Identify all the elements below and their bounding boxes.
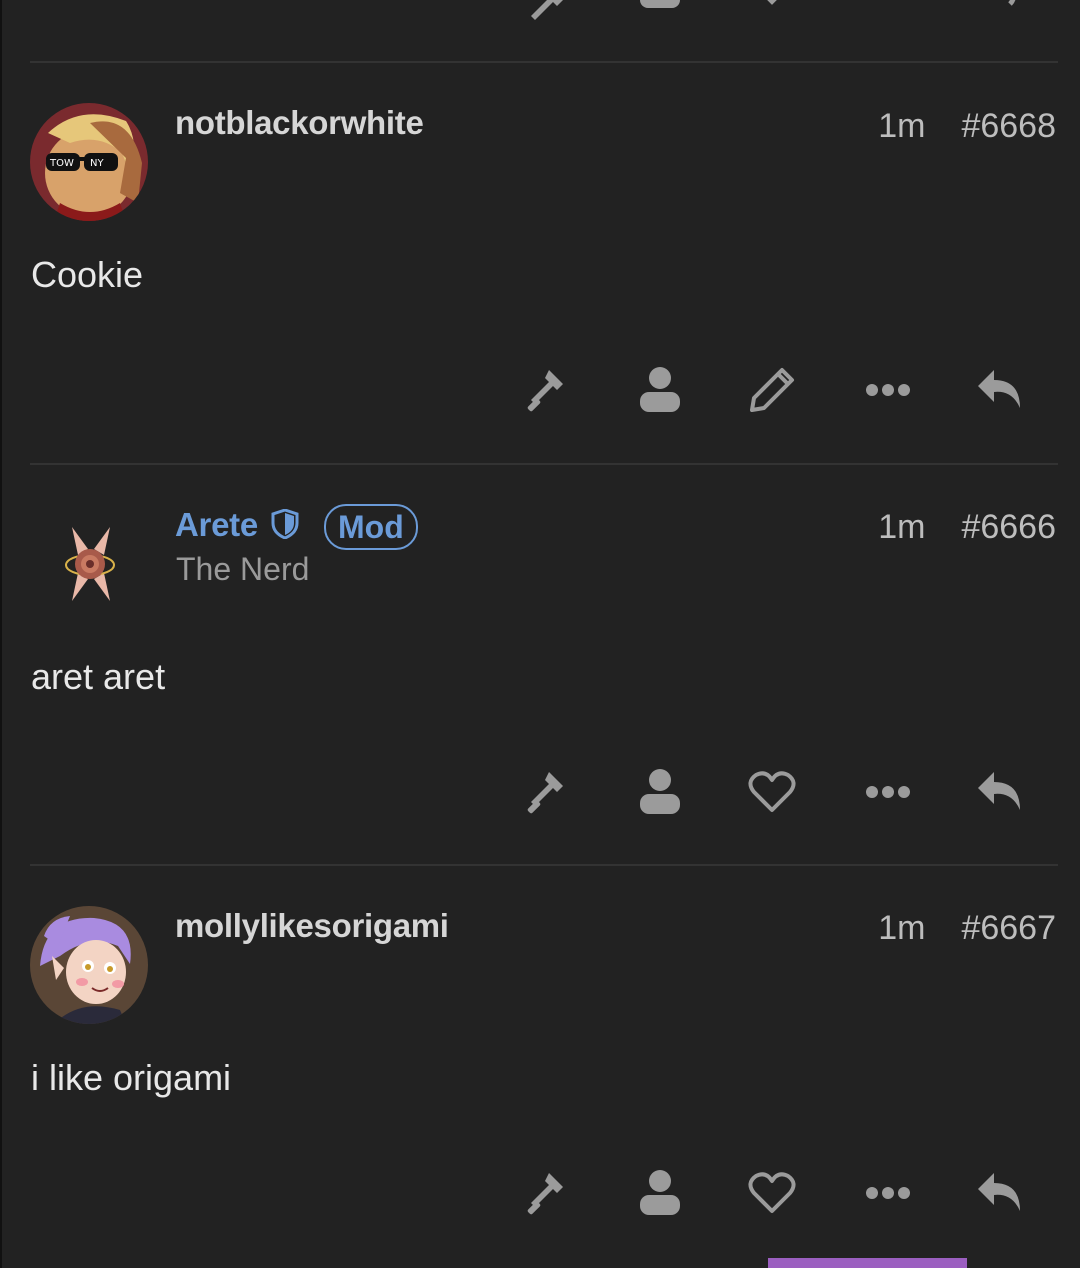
post-meta: 1m #6668 bbox=[878, 107, 1056, 146]
post-actions bbox=[512, 1165, 1042, 1221]
user-icon[interactable] bbox=[632, 0, 688, 34]
reply-icon[interactable] bbox=[972, 0, 1028, 34]
post-body: Cookie bbox=[31, 254, 144, 295]
post-divider bbox=[30, 463, 1058, 465]
user-icon[interactable] bbox=[632, 362, 688, 418]
username[interactable]: notblackorwhite bbox=[175, 104, 424, 142]
heart-icon[interactable] bbox=[744, 1165, 800, 1221]
gavel-icon[interactable] bbox=[519, 764, 575, 820]
post-divider bbox=[30, 864, 1058, 866]
reply-icon[interactable] bbox=[972, 362, 1028, 418]
post-meta: 1m #6666 bbox=[878, 508, 1056, 547]
gavel-icon[interactable] bbox=[519, 1165, 575, 1221]
more-icon[interactable] bbox=[860, 1165, 916, 1221]
gavel-icon[interactable] bbox=[519, 0, 575, 34]
more-icon[interactable] bbox=[860, 362, 916, 418]
previous-post-actions bbox=[2, 0, 1080, 20]
edit-icon[interactable] bbox=[744, 362, 800, 418]
username[interactable]: mollylikesorigami bbox=[175, 907, 449, 945]
bottom-indicator[interactable] bbox=[768, 1258, 967, 1268]
post-meta: 1m #6667 bbox=[878, 909, 1056, 948]
heart-icon[interactable] bbox=[744, 764, 800, 820]
username[interactable]: Arete bbox=[175, 506, 299, 547]
username-text[interactable]: Arete bbox=[175, 506, 258, 543]
post-actions bbox=[512, 764, 1042, 820]
user-title: The Nerd bbox=[176, 551, 310, 587]
post-body: aret aret bbox=[31, 656, 166, 697]
post-actions bbox=[512, 362, 1042, 418]
post-number[interactable]: #6668 bbox=[961, 107, 1056, 146]
post-number[interactable]: #6666 bbox=[961, 508, 1056, 547]
svg-text:TOW: TOW bbox=[49, 158, 74, 169]
avatar[interactable] bbox=[30, 505, 148, 623]
user-icon[interactable] bbox=[632, 1165, 688, 1221]
post-time[interactable]: 1m bbox=[878, 107, 925, 146]
post-body: i like origami bbox=[31, 1057, 232, 1098]
more-icon[interactable] bbox=[860, 764, 916, 820]
svg-text:NY: NY bbox=[90, 158, 104, 169]
post-number[interactable]: #6667 bbox=[961, 909, 1056, 948]
post-time[interactable]: 1m bbox=[878, 508, 925, 547]
post-time[interactable]: 1m bbox=[878, 909, 925, 948]
shield-icon bbox=[271, 508, 299, 547]
avatar[interactable] bbox=[30, 906, 148, 1024]
gavel-icon[interactable] bbox=[519, 362, 575, 418]
reply-icon[interactable] bbox=[972, 764, 1028, 820]
user-icon[interactable] bbox=[632, 764, 688, 820]
reply-icon[interactable] bbox=[972, 1165, 1028, 1221]
thread-page: TOW NY notblackorwhite 1m #6668 Cookie A… bbox=[0, 0, 1080, 1268]
post-divider bbox=[30, 61, 1058, 63]
heart-icon[interactable] bbox=[744, 0, 800, 34]
mod-badge: Mod bbox=[324, 504, 418, 550]
avatar[interactable]: TOW NY bbox=[30, 103, 148, 221]
